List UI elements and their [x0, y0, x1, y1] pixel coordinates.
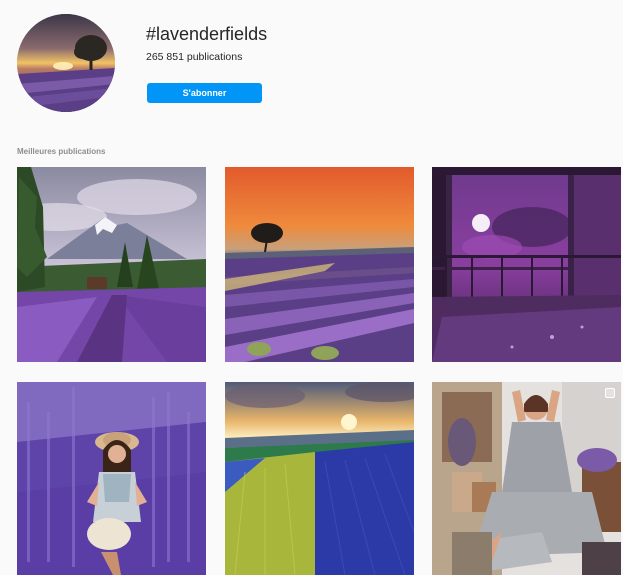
post-thumbnail[interactable]	[432, 167, 621, 362]
hashtag-page: #lavenderfields 265 851 publications S'a…	[0, 0, 623, 575]
post-thumbnail[interactable]	[225, 167, 414, 362]
multiple-photos-icon	[605, 388, 615, 398]
post-thumbnail[interactable]	[17, 382, 206, 575]
post-thumbnail[interactable]	[17, 167, 206, 362]
hashtag-title: #lavenderfields	[146, 24, 268, 44]
post-thumbnail[interactable]	[225, 382, 414, 575]
post-count: 265 851 publications	[146, 51, 243, 63]
follow-button[interactable]: S'abonner	[147, 83, 262, 103]
top-posts-label: Meilleures publications	[17, 147, 106, 156]
hashtag-avatar	[17, 14, 115, 112]
post-thumbnail[interactable]	[432, 382, 621, 575]
